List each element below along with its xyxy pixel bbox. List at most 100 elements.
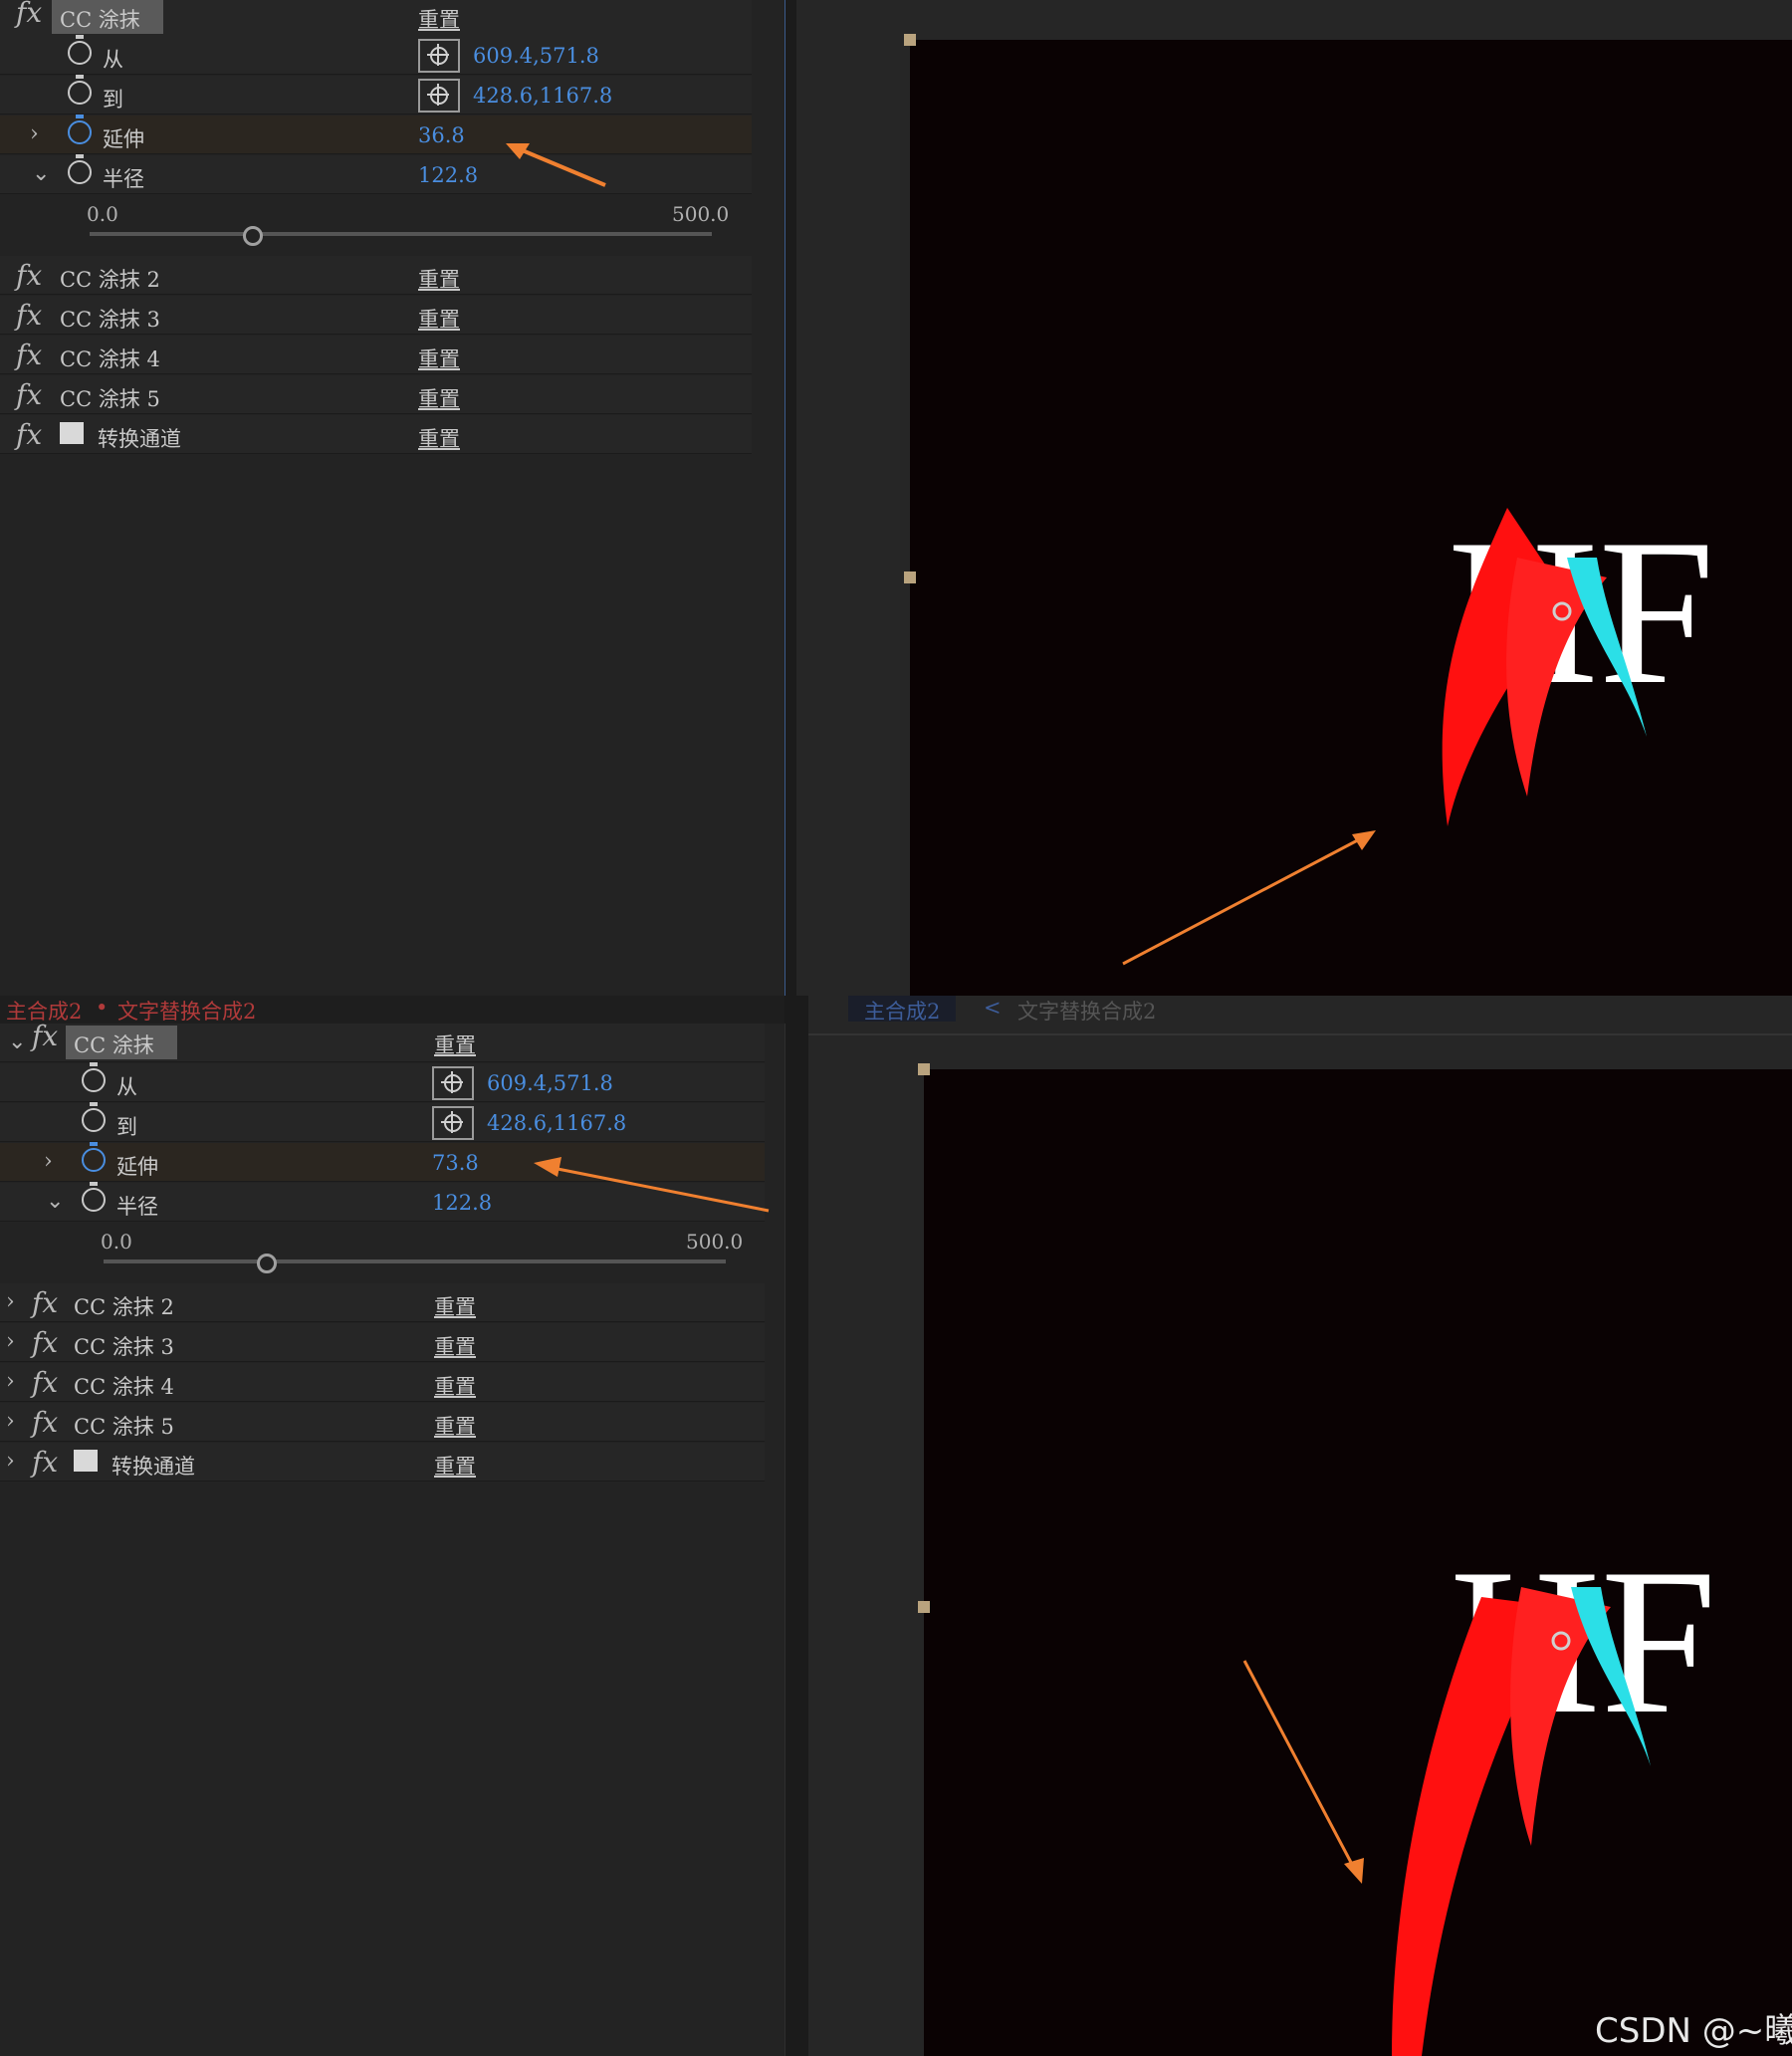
fx-icon[interactable]: fx	[16, 339, 42, 371]
stopwatch-icon-active[interactable]	[82, 1142, 106, 1172]
property-row-from: 从 609.4,571.8	[0, 35, 752, 75]
composition-viewer: 主合成2 < 文字替换合成2 HF CSDN @~曦	[808, 996, 1792, 2056]
csdn-watermark: CSDN @~曦	[1595, 2011, 1792, 2051]
fx-icon[interactable]: fx	[16, 0, 42, 29]
layer-handle[interactable]	[918, 1063, 930, 1075]
crosshair-point-icon[interactable]	[432, 1106, 474, 1140]
reset-link[interactable]: 重置	[434, 1451, 476, 1481]
chevron-down-icon[interactable]: ⌄	[8, 1029, 26, 1054]
effect-row[interactable]: › fx 转换通道 重置	[0, 1443, 765, 1482]
composition-canvas[interactable]: HF	[924, 1069, 1792, 2056]
effect-row[interactable]: fx CC 涂抹 3 重置	[0, 296, 752, 335]
stopwatch-icon-active[interactable]	[68, 114, 92, 144]
layer-handle[interactable]	[918, 1601, 930, 1613]
effect-row[interactable]: fx CC 涂抹 4 重置	[0, 336, 752, 374]
effect-name: CC 涂抹	[60, 8, 140, 32]
reset-link[interactable]: 重置	[434, 1291, 476, 1321]
fx-icon[interactable]: fx	[32, 1366, 58, 1399]
stopwatch-icon[interactable]	[68, 154, 92, 184]
property-value[interactable]: 609.4,571.8	[473, 44, 599, 68]
effect-row[interactable]: › fx CC 涂抹 3 重置	[0, 1323, 765, 1362]
slider-knob[interactable]	[243, 226, 263, 246]
effect-row[interactable]: › fx CC 涂抹 2 重置	[0, 1283, 765, 1322]
reset-link[interactable]: 重置	[418, 4, 460, 34]
property-value[interactable]: 428.6,1167.8	[473, 84, 612, 108]
crosshair-point-icon[interactable]	[432, 1066, 474, 1100]
annotation-arrow	[534, 1157, 770, 1213]
reset-link[interactable]: 重置	[418, 423, 460, 453]
effect-name: 转换通道	[98, 427, 181, 451]
slider-track[interactable]	[90, 232, 712, 236]
effect-header-cc-smear[interactable]: ⌄ fx CC 涂抹 重置	[0, 1020, 765, 1062]
property-value[interactable]: 428.6,1167.8	[487, 1111, 626, 1135]
chevron-right-icon[interactable]: ›	[30, 121, 39, 146]
property-value[interactable]: 122.8	[432, 1191, 492, 1215]
property-label: 到	[116, 1115, 137, 1139]
property-row-to: 到 428.6,1167.8	[0, 1102, 765, 1142]
fx-icon[interactable]: fx	[32, 1326, 58, 1359]
property-row-from: 从 609.4,571.8	[0, 1062, 765, 1102]
stopwatch-icon[interactable]	[82, 1182, 106, 1212]
stopwatch-icon[interactable]	[68, 35, 92, 65]
layer-handle[interactable]	[904, 34, 916, 46]
chevron-right-icon[interactable]: ›	[44, 1149, 53, 1174]
crosshair-point-icon[interactable]	[418, 79, 460, 113]
effect-row[interactable]: fx 转换通道 重置	[0, 415, 752, 454]
fx-icon[interactable]: fx	[32, 1446, 58, 1479]
chevron-right-icon[interactable]: ›	[6, 1329, 15, 1354]
effect-header-cc-smear[interactable]: fx CC 涂抹 重置	[0, 0, 752, 39]
reset-link[interactable]: 重置	[434, 1411, 476, 1441]
stopwatch-icon[interactable]	[82, 1062, 106, 1092]
fx-icon[interactable]: fx	[16, 299, 42, 332]
tab-sub-comp[interactable]: 文字替换合成2	[1017, 996, 1156, 1026]
chevron-right-icon[interactable]: ›	[6, 1369, 15, 1394]
reset-link[interactable]: 重置	[418, 343, 460, 373]
stopwatch-icon[interactable]	[68, 75, 92, 105]
property-label: 半径	[116, 1195, 158, 1219]
effect-name: CC 涂抹 4	[60, 347, 160, 371]
property-value[interactable]: 73.8	[432, 1151, 479, 1175]
property-value[interactable]: 36.8	[418, 123, 465, 147]
property-value[interactable]: 122.8	[418, 163, 478, 187]
slider-knob[interactable]	[257, 1254, 277, 1273]
fx-icon[interactable]: fx	[16, 418, 42, 451]
annotation-arrow	[1122, 830, 1376, 966]
fx-icon[interactable]: fx	[16, 378, 42, 411]
slider-max-label: 500.0	[686, 1230, 744, 1254]
effect-name: CC 涂抹 4	[74, 1375, 174, 1399]
fx-icon[interactable]: fx	[16, 259, 42, 292]
reset-link[interactable]: 重置	[418, 304, 460, 334]
chevron-right-icon[interactable]: ›	[6, 1409, 15, 1434]
chevron-left-icon[interactable]: <	[984, 996, 1002, 1020]
reset-link[interactable]: 重置	[434, 1371, 476, 1401]
layer-handle[interactable]	[904, 571, 916, 583]
slider-track[interactable]	[104, 1259, 726, 1263]
smeared-text-render: HF	[1392, 1526, 1716, 2056]
divider	[808, 1033, 1792, 1035]
chevron-right-icon[interactable]: ›	[6, 1449, 15, 1474]
chevron-right-icon[interactable]: ›	[6, 1289, 15, 1314]
property-row-extend: › 延伸 36.8	[0, 114, 752, 154]
chevron-down-icon[interactable]: ⌄	[46, 1189, 64, 1214]
reset-link[interactable]: 重置	[434, 1331, 476, 1361]
effect-name: CC 涂抹 5	[60, 387, 160, 411]
reset-link[interactable]: 重置	[434, 1029, 476, 1059]
fx-icon[interactable]: fx	[32, 1286, 58, 1319]
effect-row[interactable]: fx CC 涂抹 5 重置	[0, 375, 752, 414]
effect-row[interactable]: › fx CC 涂抹 5 重置	[0, 1403, 765, 1442]
effect-row[interactable]: › fx CC 涂抹 4 重置	[0, 1363, 765, 1402]
effect-name: CC 涂抹	[74, 1033, 154, 1057]
property-label: 延伸	[116, 1155, 158, 1179]
reset-link[interactable]: 重置	[418, 264, 460, 294]
reset-link[interactable]: 重置	[418, 383, 460, 413]
stopwatch-icon[interactable]	[82, 1102, 106, 1132]
fx-icon[interactable]: fx	[32, 1406, 58, 1439]
tab-main-comp[interactable]: 主合成2	[848, 996, 957, 1024]
crosshair-point-icon[interactable]	[418, 39, 460, 73]
fx-icon[interactable]: fx	[32, 1020, 58, 1052]
breadcrumb-layer[interactable]: 文字替换合成2	[117, 996, 256, 1026]
property-value[interactable]: 609.4,571.8	[487, 1071, 613, 1095]
composition-viewer: HF	[796, 0, 1792, 996]
chevron-down-icon[interactable]: ⌄	[32, 161, 50, 186]
effect-row[interactable]: fx CC 涂抹 2 重置	[0, 256, 752, 295]
